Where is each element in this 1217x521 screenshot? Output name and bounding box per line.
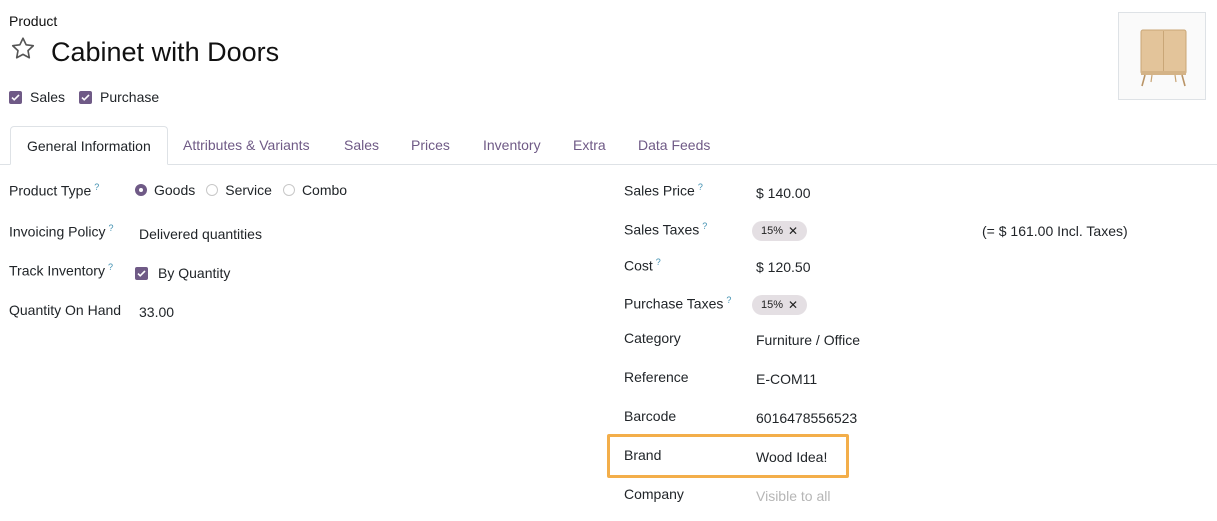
tax-tag[interactable]: 15% ✕ [752, 295, 808, 315]
radio-unselected-icon[interactable] [206, 184, 219, 196]
help-icon[interactable]: ? [726, 295, 731, 305]
radio-goods[interactable]: Goods [135, 182, 195, 198]
brand-input[interactable]: Wood Idea! [756, 449, 827, 465]
favorite-star-icon[interactable] [9, 35, 37, 63]
help-icon[interactable]: ? [698, 182, 703, 192]
sales-price-input[interactable]: $ 140.00 [756, 185, 811, 201]
help-icon[interactable]: ? [108, 262, 113, 272]
product-type-radio-group: Goods Service Combo [135, 182, 351, 198]
invoicing-policy-value[interactable]: Delivered quantities [139, 226, 262, 242]
quantity-on-hand-label: Quantity On Hand [9, 302, 122, 318]
cabinet-image [1140, 29, 1187, 87]
sales-checkbox[interactable]: Sales [9, 89, 65, 105]
reference-label: Reference [624, 369, 689, 385]
tax-tag-label: 15% [761, 299, 784, 311]
tab-prices[interactable]: Prices [411, 126, 450, 165]
purchase-checkbox[interactable]: Purchase [79, 89, 159, 105]
company-input[interactable]: Visible to all [756, 488, 830, 504]
product-image[interactable] [1118, 12, 1206, 100]
product-type-label: Product Type? [9, 182, 100, 199]
tab-inventory[interactable]: Inventory [483, 126, 541, 165]
radio-unselected-icon[interactable] [282, 184, 295, 196]
help-icon[interactable]: ? [702, 221, 707, 231]
sales-taxes-field[interactable]: 15% ✕ [752, 221, 808, 241]
purchase-checkbox-label: Purchase [100, 89, 160, 105]
tab-sales[interactable]: Sales [344, 126, 379, 165]
cost-input[interactable]: $ 120.50 [756, 259, 811, 275]
radio-service[interactable]: Service [206, 182, 272, 198]
page-title[interactable]: Cabinet with Doors [51, 35, 279, 69]
quantity-on-hand-value[interactable]: 33.00 [139, 304, 174, 320]
sales-checkbox-label: Sales [30, 89, 66, 105]
notebook-tabs: General Information Attributes & Variant… [0, 126, 1217, 165]
radio-selected-icon[interactable] [135, 184, 147, 196]
checkbox-checked-icon[interactable] [79, 90, 92, 104]
radio-combo-label: Combo [301, 182, 348, 198]
track-inventory-value[interactable]: By Quantity [158, 265, 230, 281]
close-icon[interactable]: ✕ [788, 299, 798, 311]
radio-combo[interactable]: Combo [282, 182, 348, 198]
cost-label: Cost? [624, 257, 661, 274]
purchase-taxes-label: Purchase Taxes? [624, 295, 732, 312]
tax-tag[interactable]: 15% ✕ [752, 221, 808, 241]
tab-attributes-variants[interactable]: Attributes & Variants [183, 126, 310, 165]
checkbox-checked-icon[interactable] [135, 266, 148, 280]
radio-service-label: Service [225, 182, 272, 198]
category-input[interactable]: Furniture / Office [756, 332, 860, 348]
tab-general-information[interactable]: General Information [10, 126, 168, 165]
tab-data-feeds[interactable]: Data Feeds [638, 126, 710, 165]
company-label: Company [624, 486, 684, 502]
invoicing-policy-label: Invoicing Policy? [9, 223, 114, 240]
sales-price-label: Sales Price? [624, 182, 703, 199]
tax-tag-label: 15% [761, 225, 784, 237]
barcode-label: Barcode [624, 408, 677, 424]
sales-taxes-label: Sales Taxes? [624, 221, 708, 238]
barcode-input[interactable]: 6016478556523 [756, 410, 857, 426]
brand-label: Brand [624, 447, 662, 463]
breadcrumb[interactable]: Product [9, 13, 57, 29]
track-inventory-label: Track Inventory? [9, 262, 113, 279]
purchase-taxes-field[interactable]: 15% ✕ [752, 295, 808, 315]
category-label: Category [624, 330, 681, 346]
help-icon[interactable]: ? [94, 182, 99, 192]
help-icon[interactable]: ? [109, 223, 114, 233]
checkbox-checked-icon[interactable] [9, 90, 22, 104]
sales-price-incl-taxes: (= $ 161.00 Incl. Taxes) [982, 223, 1128, 239]
radio-goods-label: Goods [154, 182, 196, 198]
tab-extra[interactable]: Extra [573, 126, 606, 165]
reference-input[interactable]: E-COM11 [756, 371, 817, 387]
track-inventory-field[interactable]: By Quantity [135, 265, 230, 281]
close-icon[interactable]: ✕ [788, 225, 798, 237]
help-icon[interactable]: ? [656, 257, 661, 267]
